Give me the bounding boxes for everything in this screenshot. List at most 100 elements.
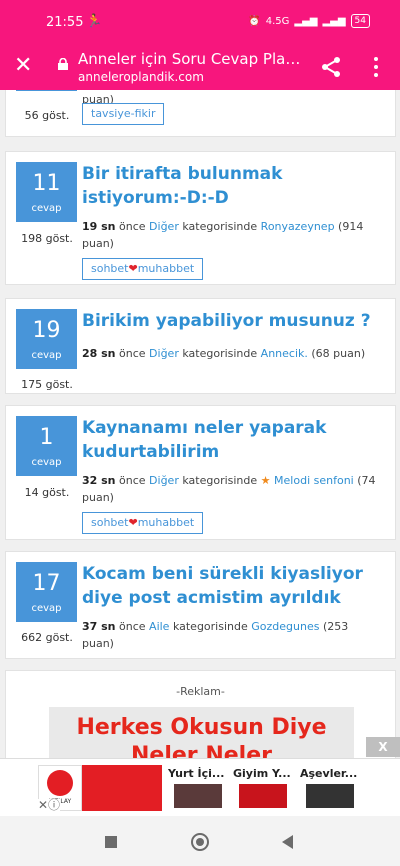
category-link[interactable]: Diğer xyxy=(149,220,179,233)
category-suffix: kategorisinde xyxy=(172,620,248,633)
ad-banner-line2: Neler Neler xyxy=(131,743,272,758)
view-count: 175 göst. xyxy=(21,378,73,391)
recents-icon[interactable] xyxy=(105,836,117,848)
question-card[interactable]: 17 cevap 662 göst. Kocam beni sürekli ki… xyxy=(5,551,396,659)
user-link[interactable]: Annecik. xyxy=(261,347,308,360)
browser-toolbar: ✕ Anneler için Soru Cevap Platf... annel… xyxy=(0,44,400,90)
close-icon[interactable]: ✕ xyxy=(14,54,32,78)
ad-item[interactable]: Aşevler... xyxy=(300,767,364,813)
tag-link[interactable]: tavsiye-fikir xyxy=(82,103,165,125)
question-title[interactable]: Bir itirafta bulunmak istiyorum:-D:-D xyxy=(82,162,382,210)
view-count: 198 göst. xyxy=(21,232,73,245)
heart-icon: ❤ xyxy=(128,516,138,529)
ad-item-title: Giyim Y... xyxy=(233,767,291,780)
ad-choices-icon[interactable]: ✕ⓘ xyxy=(38,799,61,811)
answer-count-box: 17 cevap xyxy=(16,562,77,622)
lock-icon xyxy=(58,58,68,70)
answer-count-box: 1 cevap xyxy=(16,416,77,476)
question-title[interactable]: Kaynanamı neler yaparak kudurtabilirim xyxy=(82,416,382,464)
tag-label-left: sohbet xyxy=(91,262,129,275)
page-url: anneleroplandik.com xyxy=(78,70,204,84)
question-meta: 37 sn önce Aile kategorisinde Gozdegunes… xyxy=(82,618,382,652)
signal-icon-2: ▂▄▆ xyxy=(322,15,346,27)
user-link[interactable]: Ronyazeynep xyxy=(261,220,335,233)
question-meta: 19 sn önce Diğer kategorisinde Ronyazeyn… xyxy=(82,218,382,252)
sticky-ad[interactable]: KIZILAY ✕ⓘ Yurt İçi... Giyim Y... Aşevle… xyxy=(0,758,400,816)
share-icon[interactable] xyxy=(320,56,342,78)
category-suffix: kategorisinde xyxy=(182,474,258,487)
alarm-icon: ⏰ xyxy=(248,15,261,27)
category-link[interactable]: Diğer xyxy=(149,347,179,360)
answer-count: 19 xyxy=(32,318,61,343)
ad-close-button[interactable]: X xyxy=(366,737,400,757)
time-ago: 37 sn xyxy=(82,620,116,633)
answer-count: 17 xyxy=(32,571,61,596)
running-icon: 🏃 xyxy=(86,14,103,29)
time-ago-suffix: önce xyxy=(119,220,146,233)
answer-count-box: 19 cevap xyxy=(16,309,77,369)
time-ago: 32 sn xyxy=(82,474,116,487)
ad-item[interactable]: Yurt İçi... xyxy=(168,767,232,813)
ad-banner[interactable]: Herkes Okusun Diye Neler Neler xyxy=(49,707,354,758)
category-link[interactable]: Diğer xyxy=(149,474,179,487)
more-options-icon[interactable] xyxy=(372,56,380,78)
view-count: 56 göst. xyxy=(24,109,70,122)
user-link[interactable]: Gozdegunes xyxy=(251,620,319,633)
answer-count-label: cevap xyxy=(31,203,62,214)
time-ago: 19 sn xyxy=(82,220,116,233)
question-meta: 32 sn önce Diğer kategorisinde ★ Melodi … xyxy=(82,472,382,506)
network-label: 4.5G xyxy=(265,15,290,27)
battery-icon: 54 xyxy=(350,14,370,28)
ad-label: -Reklam- xyxy=(176,685,225,698)
question-title[interactable]: Kocam beni sürekli kiyasliyor diye post … xyxy=(82,562,382,610)
signal-icon: ▂▄▆ xyxy=(294,15,318,27)
ad-banner-line1: Herkes Okusun Diye xyxy=(76,715,327,740)
user-points: (68 puan) xyxy=(311,347,366,360)
category-suffix: kategorisinde xyxy=(182,220,258,233)
ad-item[interactable]: Giyim Y... xyxy=(233,767,297,813)
answer-count-label: cevap xyxy=(31,457,62,468)
tag-label-left: sohbet xyxy=(91,516,129,529)
answer-count: 11 xyxy=(32,171,61,196)
status-bar: 21:55 🏃 ⏰ 4.5G ▂▄▆ ▂▄▆ 54 xyxy=(0,0,400,44)
answer-count-box xyxy=(16,90,77,91)
page-title: Anneler için Soru Cevap Platf... xyxy=(78,50,304,68)
time-ago-suffix: önce xyxy=(119,620,146,633)
answer-count: 1 xyxy=(39,425,54,450)
time-ago-suffix: önce xyxy=(119,347,146,360)
tag-link[interactable]: sohbet❤muhabbet xyxy=(82,512,204,534)
category-link[interactable]: Aile xyxy=(149,620,169,633)
time-ago: 28 sn xyxy=(82,347,116,360)
category-suffix: kategorisinde xyxy=(182,347,258,360)
back-icon[interactable] xyxy=(282,835,293,849)
crescent-logo-icon xyxy=(47,770,73,796)
question-meta: 28 sn önce Diğer kategorisinde Annecik. … xyxy=(82,345,382,362)
question-card[interactable]: 19 cevap 175 göst. Birikim yapabiliyor m… xyxy=(5,298,396,394)
answer-count-box: 11 cevap xyxy=(16,162,77,222)
answer-count-label: cevap xyxy=(31,603,62,614)
user-link[interactable]: Melodi senfoni xyxy=(274,474,354,487)
question-title[interactable]: Birikim yapabiliyor musunuz ? xyxy=(82,309,382,333)
heart-icon: ❤ xyxy=(128,262,138,275)
status-time: 21:55 xyxy=(46,15,84,30)
question-card: puan) 56 göst. tavsiye-fikir xyxy=(5,90,396,137)
question-feed: puan) 56 göst. tavsiye-fikir 11 cevap 19… xyxy=(0,90,400,758)
question-card[interactable]: 1 cevap 14 göst. Kaynanamı neler yaparak… xyxy=(5,405,396,540)
tag-label-right: muhabbet xyxy=(137,516,195,529)
ad-item-image xyxy=(239,784,287,808)
ad-item-title: Yurt İçi... xyxy=(168,767,225,780)
system-nav-bar xyxy=(0,816,400,866)
tag-label-right: muhabbet xyxy=(137,262,195,275)
status-icons: ⏰ 4.5G ▂▄▆ ▂▄▆ 54 xyxy=(248,14,370,28)
star-icon: ★ xyxy=(260,474,271,487)
time-ago-suffix: önce xyxy=(119,474,146,487)
view-count: 662 göst. xyxy=(21,631,73,644)
ad-item-title: Aşevler... xyxy=(300,767,358,780)
ad-item-image xyxy=(306,784,354,808)
view-count: 14 göst. xyxy=(24,486,70,499)
tag-link[interactable]: sohbet❤muhabbet xyxy=(82,258,204,280)
ad-red-panel xyxy=(82,765,162,811)
question-card[interactable]: 11 cevap 198 göst. Bir itirafta bulunmak… xyxy=(5,151,396,285)
home-icon[interactable] xyxy=(191,833,209,851)
ad-item-image xyxy=(174,784,222,808)
